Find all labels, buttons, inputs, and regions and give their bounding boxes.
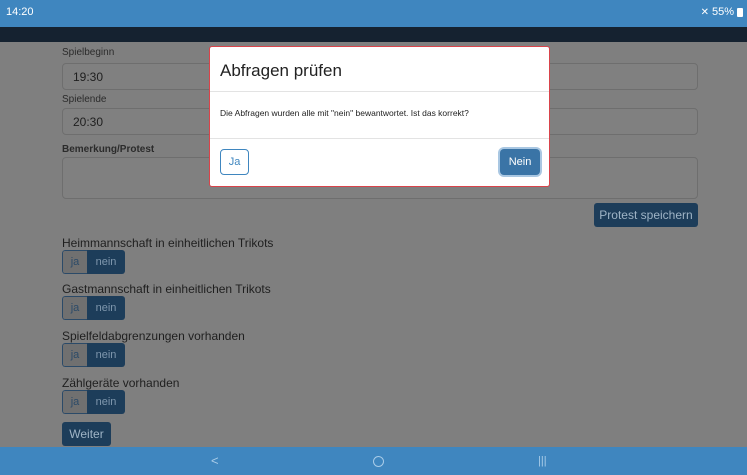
question-guest-jerseys: Gastmannschaft in einheitlichen Trikots [62,282,271,296]
toggle-ja-button[interactable]: ja [62,343,87,367]
start-time-value: 19:30 [73,70,104,84]
dialog-ja-button[interactable]: Ja [220,149,249,175]
dialog-title: Abfragen prüfen [220,61,342,80]
status-bar: 14:20 ✕ 55% [0,0,747,27]
toggle-guest-jerseys: ja nein [62,296,125,320]
toggle-counters: ja nein [62,390,125,414]
end-time-value: 20:30 [73,115,104,129]
question-counters: Zählgeräte vorhanden [62,376,180,390]
system-nav-bar: < ||| [0,447,747,475]
toggle-nein-button[interactable]: nein [87,296,125,320]
app-bar [0,27,747,42]
dialog-header: Abfragen prüfen [210,47,549,92]
toggle-ja-button[interactable]: ja [62,390,87,414]
battery-percent: 55% [711,6,734,18]
toggle-field-boundaries: ja nein [62,343,125,367]
toggle-nein-button[interactable]: nein [87,343,125,367]
protest-save-button[interactable]: Protest speichern [594,203,698,227]
confirm-dialog: Abfragen prüfen Die Abfragen wurden alle… [209,46,550,187]
start-label: Spielbeginn [62,47,115,58]
dialog-body: Die Abfragen wurden alle mit "nein" bewa… [210,92,549,139]
back-icon[interactable]: < [211,453,219,468]
home-icon[interactable] [373,456,384,467]
remark-label: Bemerkung/Protest [62,144,155,155]
toggle-nein-button[interactable]: nein [87,390,125,414]
dialog-message: Die Abfragen wurden alle mit "nein" bewa… [220,108,469,118]
status-right: ✕ 55% [701,6,743,18]
toggle-nein-button[interactable]: nein [87,250,125,274]
battery-icon [737,7,743,17]
end-label: Spielende [62,94,107,105]
question-home-jerseys: Heimmannschaft in einheitlichen Trikots [62,236,274,250]
recents-icon[interactable]: ||| [538,455,547,467]
toggle-ja-button[interactable]: ja [62,296,87,320]
question-field-boundaries: Spielfeldabgrenzungen vorhanden [62,329,245,343]
toggle-home-jerseys: ja nein [62,250,125,274]
dialog-footer: Ja Nein [210,139,549,185]
next-button[interactable]: Weiter [62,422,111,446]
status-time: 14:20 [6,6,34,18]
dialog-nein-button[interactable]: Nein [500,149,540,175]
mute-icon: ✕ [700,6,709,18]
toggle-ja-button[interactable]: ja [62,250,87,274]
